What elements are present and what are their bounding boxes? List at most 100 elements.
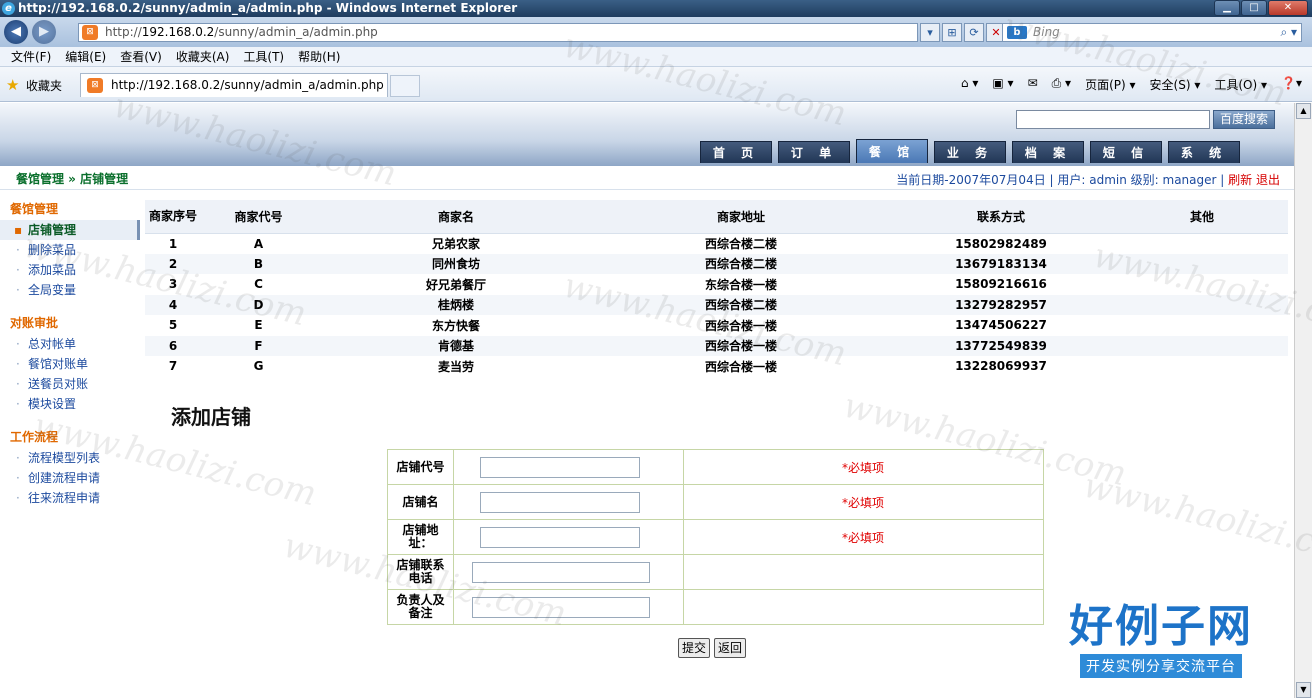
logout-link[interactable]: 退出 — [1256, 173, 1280, 187]
shop-name-input[interactable] — [480, 491, 640, 513]
sidebar-group-reconciliation[interactable]: 对账审批 — [0, 312, 140, 334]
tab-title: http://192.168.0.2/sunny/admin_a/admin.p… — [111, 78, 384, 92]
cell-code: B — [201, 253, 316, 274]
tab-archives[interactable]: 档 案 — [1012, 141, 1084, 163]
search-icon[interactable]: ⌕ ▾ — [1280, 24, 1297, 41]
tab-sms[interactable]: 短 信 — [1090, 141, 1162, 163]
cell-name: 肯德基 — [316, 335, 596, 356]
search-box[interactable]: b Bing ⌕ ▾ — [1002, 23, 1302, 42]
baidu-search-button[interactable]: 百度搜索 — [1213, 110, 1275, 129]
cell-contact: 13474506227 — [886, 315, 1116, 336]
cell-address: 西综合楼一楼 — [596, 335, 886, 356]
cell-name: 麦当劳 — [316, 356, 596, 377]
shop-phone-input[interactable] — [472, 561, 650, 583]
shop-manager-input[interactable] — [472, 596, 650, 618]
tab-favicon-icon: ⊠ — [87, 78, 103, 93]
cell-code: G — [201, 356, 316, 377]
print-icon[interactable]: ⎙ ▾ — [1052, 76, 1071, 93]
menu-file[interactable]: 文件(F) — [4, 47, 58, 66]
field-cell — [453, 589, 684, 625]
scroll-up-icon[interactable]: ▲ — [1296, 103, 1311, 119]
tab-orders[interactable]: 订 单 — [778, 141, 850, 163]
cell-code: D — [201, 294, 316, 315]
minimize-icon[interactable]: ▁ — [1214, 0, 1240, 16]
favorites-star-icon[interactable]: ★ — [6, 76, 19, 94]
table-row: 7 G 麦当劳 西综合楼一楼 13228069937 — [145, 356, 1288, 377]
cell-other — [1116, 274, 1288, 295]
tab-restaurants[interactable]: 餐 馆 — [856, 139, 928, 163]
sidebar-group-restaurants[interactable]: 餐馆管理 — [0, 198, 140, 220]
refresh-link[interactable]: 刷新 — [1228, 173, 1252, 187]
sidebar-item-total-statement[interactable]: 总对帐单 — [0, 334, 140, 354]
form-actions: 提交 返回 — [678, 638, 747, 658]
page-scrollbar[interactable]: ▲ ▼ — [1294, 103, 1312, 698]
maximize-icon[interactable]: □ — [1241, 0, 1267, 16]
user-info: 当前日期-2007年07月04日 | 用户: admin 级别: manager… — [896, 173, 1225, 187]
search-placeholder: Bing — [1033, 25, 1060, 39]
browser-tab[interactable]: ⊠ http://192.168.0.2/sunny/admin_a/admin… — [80, 73, 388, 97]
refresh-icon[interactable]: ⟳ — [964, 23, 984, 42]
tab-business[interactable]: 业 务 — [934, 141, 1006, 163]
home-icon[interactable]: ⌂ ▾ — [961, 76, 978, 93]
brand-logo: 好例子网 开发实例分享交流平台 — [1052, 600, 1270, 692]
help-icon[interactable]: ❓▾ — [1281, 76, 1302, 93]
sidebar-group-workflow[interactable]: 工作流程 — [0, 426, 140, 448]
cell-name: 好兄弟餐厅 — [316, 274, 596, 295]
sidebar-item-flow-requests[interactable]: 往来流程申请 — [0, 488, 140, 508]
sidebar-item-delete-dish[interactable]: 删除菜品 — [0, 240, 140, 260]
menu-view[interactable]: 查看(V) — [113, 47, 169, 66]
cell-address: 东综合楼一楼 — [596, 274, 886, 295]
back-icon[interactable]: ◀ — [4, 20, 28, 44]
cell-other — [1116, 253, 1288, 274]
cell-contact: 15809216616 — [886, 274, 1116, 295]
submit-button[interactable]: 提交 — [678, 638, 711, 658]
field-label: 店铺地址： — [387, 519, 454, 555]
add-shop-title: 添加店铺 — [171, 405, 251, 429]
feeds-icon[interactable]: ▣ ▾ — [992, 76, 1013, 93]
mail-icon[interactable]: ✉ — [1028, 76, 1038, 93]
favorites-label[interactable]: 收藏夹 — [26, 77, 62, 94]
col-code: 商家代号 — [201, 200, 316, 234]
command-tools[interactable]: 工具(O) ▾ — [1214, 76, 1267, 93]
back-button[interactable]: 返回 — [714, 638, 747, 658]
site-search-input[interactable] — [1016, 110, 1210, 129]
dropdown-icon[interactable]: ▾ — [920, 23, 940, 42]
close-icon[interactable]: ✕ — [1268, 0, 1308, 16]
shops-table: 商家序号 商家代号 商家名 商家地址 联系方式 其他 1 A 兄弟农家 西综合楼… — [145, 200, 1288, 377]
sidebar-item-courier-statement[interactable]: 送餐员对账 — [0, 374, 140, 394]
menu-edit[interactable]: 编辑(E) — [58, 47, 113, 66]
cell-other — [1116, 335, 1288, 356]
menu-tools[interactable]: 工具(T) — [236, 47, 291, 66]
window-controls: ▁ □ ✕ — [1214, 0, 1308, 16]
cell-seq: 6 — [145, 335, 201, 356]
sidebar-item-module-settings[interactable]: 模块设置 — [0, 394, 140, 414]
optional-note — [683, 589, 1044, 625]
menu-favorites[interactable]: 收藏夹(A) — [169, 47, 237, 66]
scroll-down-icon[interactable]: ▼ — [1296, 682, 1311, 698]
required-note: *必填项 — [683, 519, 1044, 555]
cell-code: E — [201, 315, 316, 336]
address-bar[interactable]: ⊠ http://192.168.0.2/sunny/admin_a/admin… — [78, 23, 918, 42]
sidebar-item-global-vars[interactable]: 全局变量 — [0, 280, 140, 300]
command-safety[interactable]: 安全(S) ▾ — [1150, 76, 1201, 93]
brand-sub-text: 开发实例分享交流平台 — [1080, 654, 1242, 678]
command-page[interactable]: 页面(P) ▾ — [1085, 76, 1135, 93]
cell-other — [1116, 315, 1288, 336]
sidebar-item-shops[interactable]: 店铺管理 — [0, 220, 140, 240]
menu-help[interactable]: 帮助(H) — [291, 47, 347, 66]
add-shop-form: 店铺代号 *必填项 店铺名 *必填项 店铺地址： *必填项 店铺联系电话 负责人… — [387, 449, 1044, 625]
tab-home[interactable]: 首 页 — [700, 141, 772, 163]
forward-icon[interactable]: ▶ — [32, 20, 56, 44]
col-other: 其他 — [1116, 200, 1288, 234]
tab-system[interactable]: 系 统 — [1168, 141, 1240, 163]
cell-address: 西综合楼二楼 — [596, 253, 886, 274]
shop-code-input[interactable] — [480, 456, 640, 478]
sidebar-item-add-dish[interactable]: 添加菜品 — [0, 260, 140, 280]
compatibility-icon[interactable]: ⊞ — [942, 23, 962, 42]
shop-address-input[interactable] — [480, 526, 640, 548]
sidebar-item-flow-models[interactable]: 流程模型列表 — [0, 448, 140, 468]
new-tab-button[interactable] — [390, 75, 420, 97]
sidebar-item-restaurant-statement[interactable]: 餐馆对账单 — [0, 354, 140, 374]
cell-code: C — [201, 274, 316, 295]
sidebar-item-create-flow[interactable]: 创建流程申请 — [0, 468, 140, 488]
